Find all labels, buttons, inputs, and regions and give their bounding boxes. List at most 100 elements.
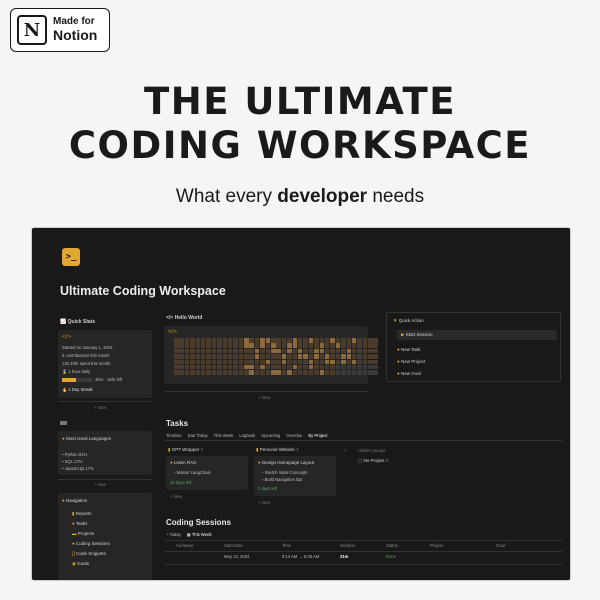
commit-cell [346,359,351,365]
commit-cell [314,348,319,354]
commit-cell [319,359,325,365]
cell-session: 21m [340,554,349,559]
commit-cell [368,343,373,348]
headline-line-2: CODING WORKSPACE [68,124,532,167]
commit-cell [233,364,238,370]
commit-cell [265,338,271,343]
commit-cell [319,343,325,348]
commit-cell [341,364,346,370]
tab-this-week[interactable]: This Week [214,433,234,438]
subtask: ▫ Master LangChain [174,470,211,475]
commit-cell [200,338,206,343]
sessions-tabs: ◔ Today ▦ This Week [166,532,212,537]
commit-cell [335,343,341,348]
commit-cell [362,338,368,343]
nav-tasks[interactable]: ● Tasks [72,521,87,526]
commit-cell [271,370,276,375]
subtask-text: Master LangChain [176,470,211,475]
nav-reports[interactable]: ▮ Reports [72,511,92,517]
coding-sessions-title: Coding Sessions [166,518,231,527]
group-gpt-new-button[interactable]: + New [170,494,182,499]
nav-goals[interactable]: ◉ Goals [72,561,89,567]
no-project-count: 0 [385,458,389,463]
tab-today[interactable]: ◔ Today [166,532,181,537]
languages-card[interactable]: ● Most Used Languages • Python 81% • SQL… [58,431,152,475]
commit-cell [357,359,362,365]
commit-cell [174,338,179,343]
commit-cell [244,370,249,375]
commit-cell [297,343,303,348]
commit-cell [271,343,276,348]
commit-cell [368,338,373,343]
commit-cell [195,354,201,359]
commit-cell [222,348,228,354]
commit-cell [346,364,351,370]
commit-cell [373,348,378,354]
cell-time: 9:14 AM → 9:36 AM [282,554,320,559]
nav-coding-sessions[interactable]: ● Coding Sessions [72,541,110,546]
commit-cell [346,338,351,343]
commit-cell [265,343,271,348]
tab-due-today[interactable]: Due Today [188,433,208,438]
tab-logbook[interactable]: Logbook [239,433,255,438]
task-card-learn-rag[interactable]: ● Learn RAG ▫ Master LangChain 16 days l… [166,456,248,490]
group-gpt-wrapper-header[interactable]: ▮ GPT Wrapper 1 [168,447,203,453]
commit-cell [254,343,260,348]
commit-cell [346,343,351,348]
commit-cell [281,364,287,370]
commit-cell [222,370,228,375]
col-goal: Goal [496,543,505,548]
commit-cell [341,370,346,375]
tab-timeline[interactable]: Timeline [166,433,182,438]
nav-projects[interactable]: ▬ Projects [72,531,94,536]
commit-cell [276,364,281,370]
quick-stats-card[interactable]: </> Started on January 1, 2024 4 contrib… [58,330,152,398]
commit-cell [346,348,351,354]
task-title-text: Learn RAG [173,460,197,465]
commit-cell [319,370,325,375]
badge-big-text: Notion [53,26,98,43]
commit-cell [217,338,222,343]
new-project-button[interactable]: ● New Project [397,359,425,364]
headline: THE ULTIMATE CODING WORKSPACE [0,80,600,168]
commit-cell [179,343,184,348]
tab-by-project[interactable]: By Project [308,433,327,438]
task-card-design-homepage[interactable]: ● Design Homepage Layout ▫ Sketch Initia… [254,456,336,496]
commit-cell [190,354,195,359]
commit-cell [324,364,330,370]
tab-upcoming[interactable]: Upcoming [261,433,280,438]
commit-cell [254,354,260,359]
nav-goals-label: Goals [77,561,89,566]
new-task-button[interactable]: ● New Task [397,347,420,352]
page-title[interactable]: Ultimate Coding Workspace [60,284,226,298]
hello-new-button[interactable]: + New [258,395,270,400]
quick-stats-new-button[interactable]: + New [94,405,106,410]
new-goal-button[interactable]: ● New Goal [397,371,421,376]
commit-cell [217,370,222,375]
language-javascript: • JavaScript 17% [62,466,94,471]
commit-cell [281,348,287,354]
due-label: 16 days left [170,480,192,485]
streak-text: 1 Day Streak [68,387,93,392]
commit-cell [297,370,303,375]
languages-new-button[interactable]: + New [94,482,106,487]
commit-cell [184,338,190,343]
quick-action-panel: ▼ Quick Action ▶ Start Session ● New Tas… [386,312,561,382]
no-project-group[interactable]: ▢ No Project 0 [358,458,388,464]
tab-overdue[interactable]: Overdue [286,433,302,438]
commit-cell [319,364,325,370]
table-row[interactable]: May 13, 2024 9:14 AM → 9:36 AM 21m Done [166,554,562,562]
commit-cell [174,370,179,375]
commit-cell [287,370,292,375]
group-personal-website-header[interactable]: ▮ Personal Website 1 [256,447,299,453]
nav-code-snippets[interactable]: {} Code Snippets [72,551,106,556]
commit-cell [260,359,265,365]
nav-code-snippets-label: Code Snippets [76,551,106,556]
tab-sessions-this-week[interactable]: ▦ This Week [187,532,212,537]
group-personal-new-button[interactable]: + New [258,500,270,505]
start-session-button[interactable]: ▶ Start Session [397,330,557,340]
add-group-button[interactable]: + [344,448,346,453]
commit-cell [324,343,330,348]
commit-grid [174,338,378,375]
commit-cell [190,359,195,365]
